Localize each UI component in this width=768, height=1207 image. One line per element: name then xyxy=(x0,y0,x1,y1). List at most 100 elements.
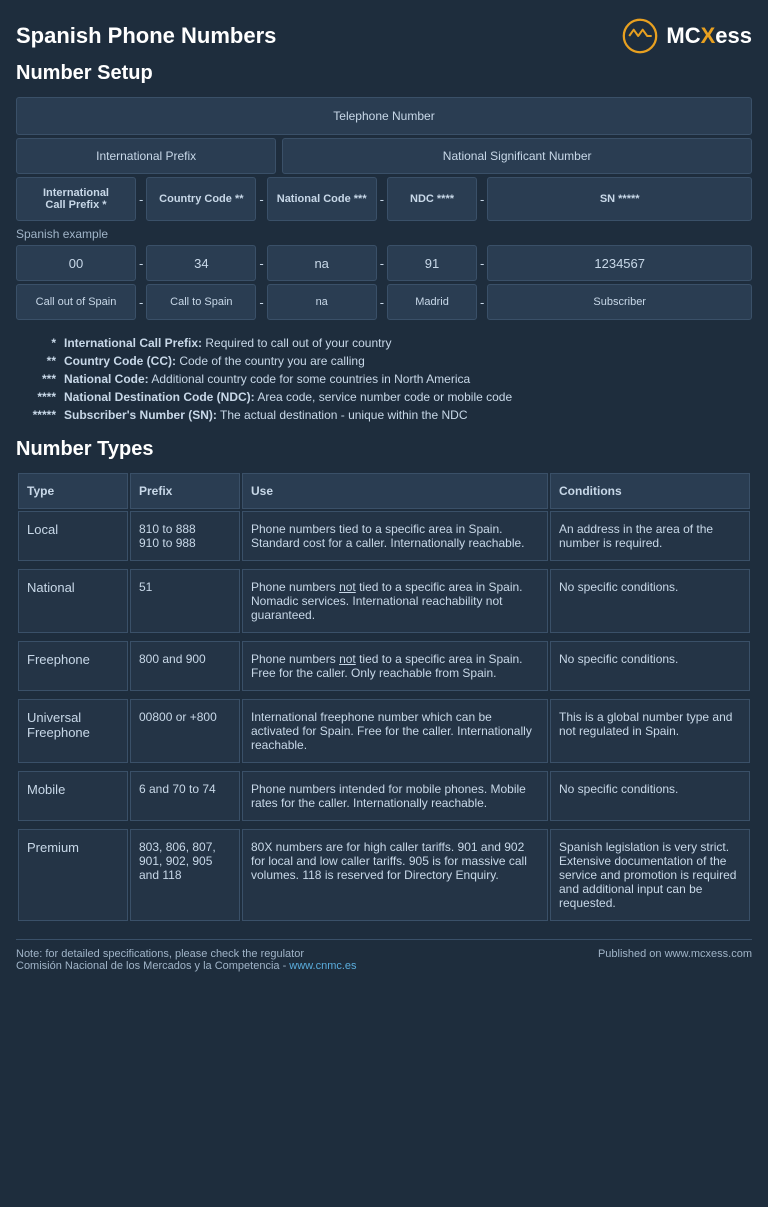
footer: Note: for detailed specifications, pleas… xyxy=(16,939,752,972)
number-setup-section: Number Setup Telephone Number Internatio… xyxy=(16,62,752,320)
cc-label-cell: Country Code ** xyxy=(146,177,256,221)
conditions-cell: An address in the area of the number is … xyxy=(550,511,750,561)
ex-icp-cell: 00 xyxy=(16,245,136,281)
ex-ndc-cell: 91 xyxy=(387,245,477,281)
dash11: - xyxy=(379,295,385,310)
dash10: - xyxy=(258,295,264,310)
footnote-row: * International Call Prefix: Required to … xyxy=(16,336,752,350)
footnote-row: **** National Destination Code (NDC): Are… xyxy=(16,390,752,404)
example-values-row: 00 - 34 - na - 91 - 1234567 xyxy=(16,245,752,281)
footnote-row: *** National Code: Additional country cod… xyxy=(16,372,752,386)
conditions-cell: No specific conditions. xyxy=(550,569,750,633)
table-column-header: Conditions xyxy=(550,473,750,509)
footnote-text: National Destination Code (NDC): Area co… xyxy=(64,390,752,404)
footer-left: Note: for detailed specifications, pleas… xyxy=(16,948,357,972)
footnote-text: International Call Prefix: Required to c… xyxy=(64,336,752,350)
prefix-cell: 810 to 888 910 to 988 xyxy=(130,511,240,561)
page-container: Spanish Phone Numbers MCXess Number Setu… xyxy=(0,0,768,992)
page-title: Spanish Phone Numbers xyxy=(16,23,276,49)
type-cell: Universal Freephone xyxy=(18,699,128,763)
prefix-nsn-row: International Prefix National Significan… xyxy=(16,138,752,174)
telephone-number-row: Telephone Number xyxy=(16,97,752,135)
conditions-cell: No specific conditions. xyxy=(550,771,750,821)
footnote-text: Country Code (CC): Code of the country y… xyxy=(64,354,752,368)
conditions-cell: This is a global number type and not reg… xyxy=(550,699,750,763)
footer-published: Published on www.mcxess.com xyxy=(598,948,752,972)
meaning-ndc-cell: Madrid xyxy=(387,284,477,320)
type-cell: Mobile xyxy=(18,771,128,821)
meaning-icp-cell: Call out of Spain xyxy=(16,284,136,320)
table-row: Mobile6 and 70 to 74Phone numbers intend… xyxy=(18,771,750,821)
prefix-cell: 6 and 70 to 74 xyxy=(130,771,240,821)
sn-label-cell: SN ***** xyxy=(487,177,752,221)
table-column-header: Type xyxy=(18,473,128,509)
use-cell: 80X numbers are for high caller tariffs.… xyxy=(242,829,548,921)
table-row: Premium803, 806, 807, 901, 902, 905 and … xyxy=(18,829,750,921)
number-types-section: Number Types TypePrefixUseConditionsLoca… xyxy=(16,438,752,923)
footnotes-section: * International Call Prefix: Required to … xyxy=(16,336,752,422)
footnote-text: Subscriber's Number (SN): The actual des… xyxy=(64,408,752,422)
type-cell: National xyxy=(18,569,128,633)
dash8: - xyxy=(479,256,485,271)
dash9: - xyxy=(138,295,144,310)
type-cell: Freephone xyxy=(18,641,128,691)
dash4: - xyxy=(479,192,485,207)
footer-regulator: Comisión Nacional de los Mercados y la C… xyxy=(16,960,357,972)
meaning-sn-cell: Subscriber xyxy=(487,284,752,320)
meaning-nc-cell: na xyxy=(267,284,377,320)
mcxess-logo-icon xyxy=(622,18,658,54)
footnote-text: National Code: Additional country code f… xyxy=(64,372,752,386)
footnote-star: **** xyxy=(16,390,56,404)
international-prefix-cell: International Prefix xyxy=(16,138,276,174)
logo-text: MCXess xyxy=(666,23,752,49)
footnote-star: ***** xyxy=(16,408,56,422)
type-cell: Local xyxy=(18,511,128,561)
example-label: Spanish example xyxy=(16,227,752,241)
footnote-star: ** xyxy=(16,354,56,368)
use-cell: Phone numbers not tied to a specific are… xyxy=(242,641,548,691)
use-cell: International freephone number which can… xyxy=(242,699,548,763)
ndc-label-cell: NDC **** xyxy=(387,177,477,221)
footnote-star: *** xyxy=(16,372,56,386)
ex-cc-cell: 34 xyxy=(146,245,256,281)
number-types-title: Number Types xyxy=(16,438,752,461)
prefix-cell: 51 xyxy=(130,569,240,633)
footer-note: Note: for detailed specifications, pleas… xyxy=(16,948,357,960)
nc-label-cell: National Code *** xyxy=(267,177,377,221)
use-cell: Phone numbers tied to a specific area in… xyxy=(242,511,548,561)
table-row: Local810 to 888 910 to 988Phone numbers … xyxy=(18,511,750,561)
ex-nc-cell: na xyxy=(267,245,377,281)
dash2: - xyxy=(258,192,264,207)
prefix-cell: 00800 or +800 xyxy=(130,699,240,763)
ex-sn-cell: 1234567 xyxy=(487,245,752,281)
table-row: Universal Freephone00800 or +800Internat… xyxy=(18,699,750,763)
footer-regulator-link[interactable]: www.cnmc.es xyxy=(289,960,356,972)
footnote-row: ***** Subscriber's Number (SN): The actua… xyxy=(16,408,752,422)
dash6: - xyxy=(258,256,264,271)
meaning-row: Call out of Spain - Call to Spain - na -… xyxy=(16,284,752,320)
table-column-header: Prefix xyxy=(130,473,240,509)
detail-labels-row: International Call Prefix * - Country Co… xyxy=(16,177,752,221)
dash3: - xyxy=(379,192,385,207)
logo: MCXess xyxy=(622,18,752,54)
footnote-star: * xyxy=(16,336,56,350)
table-row: National51Phone numbers not tied to a sp… xyxy=(18,569,750,633)
use-cell: Phone numbers intended for mobile phones… xyxy=(242,771,548,821)
icp-label-cell: International Call Prefix * xyxy=(16,177,136,221)
header: Spanish Phone Numbers MCXess xyxy=(16,18,752,54)
number-types-table: TypePrefixUseConditionsLocal810 to 888 9… xyxy=(16,471,752,923)
dash12: - xyxy=(479,295,485,310)
dash7: - xyxy=(379,256,385,271)
use-cell: Phone numbers not tied to a specific are… xyxy=(242,569,548,633)
footer-regulator-text: Comisión Nacional de los Mercados y la C… xyxy=(16,960,289,972)
meaning-cc-cell: Call to Spain xyxy=(146,284,256,320)
prefix-cell: 803, 806, 807, 901, 902, 905 and 118 xyxy=(130,829,240,921)
type-cell: Premium xyxy=(18,829,128,921)
table-row: Freephone800 and 900Phone numbers not ti… xyxy=(18,641,750,691)
number-setup-title: Number Setup xyxy=(16,62,752,85)
conditions-cell: Spanish legislation is very strict. Exte… xyxy=(550,829,750,921)
dash1: - xyxy=(138,192,144,207)
conditions-cell: No specific conditions. xyxy=(550,641,750,691)
dash5: - xyxy=(138,256,144,271)
telephone-number-cell: Telephone Number xyxy=(16,97,752,135)
